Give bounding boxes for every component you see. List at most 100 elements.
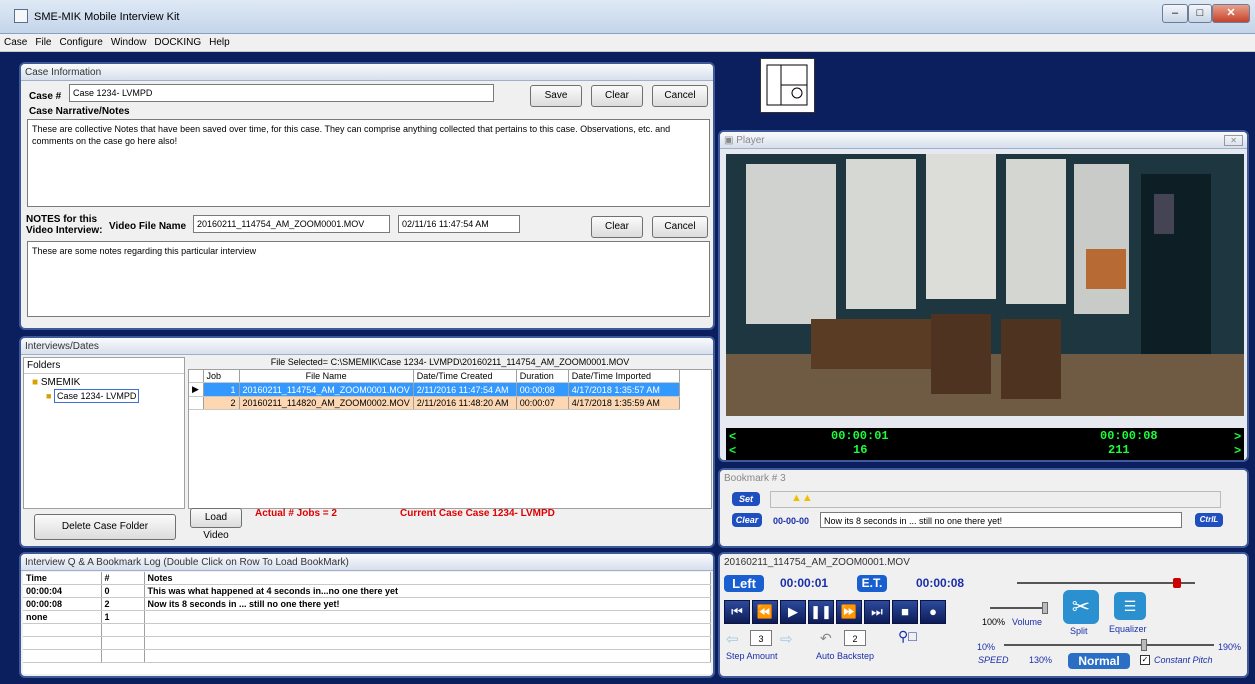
left-time-value: 00:00:01	[780, 576, 829, 590]
panel-header: Bookmark # 3	[720, 470, 1247, 487]
menu-help[interactable]: Help	[205, 34, 234, 51]
play-icon[interactable]: ▶	[780, 600, 806, 624]
speed-max-label: 190%	[1218, 642, 1242, 652]
step-amount-label: Step Amount	[726, 651, 778, 661]
table-row[interactable]: ▶ 1 20160211_114754_AM_ZOOM0001.MOV 2/11/20…	[189, 382, 681, 397]
bookmark-time: 00-00-00	[773, 516, 810, 526]
normal-speed-button[interactable]: Normal	[1068, 653, 1130, 669]
speed-label: SPEED	[978, 655, 1009, 665]
position-slider[interactable]	[1017, 578, 1195, 588]
stop-icon[interactable]: ■	[892, 600, 918, 624]
bookmark-log-panel: Interview Q & A Bookmark Log (Double Cli…	[19, 552, 715, 678]
record-icon[interactable]: ●	[920, 600, 946, 624]
col-job[interactable]: Job	[203, 370, 240, 383]
load-video-button[interactable]: Load Video	[190, 508, 242, 541]
file-selected-label: File Selected= C:\SMEMIK\Case 1234- LVMP…	[270, 357, 630, 367]
clear-button[interactable]: Clear	[591, 85, 643, 107]
app-icon	[14, 9, 28, 23]
clear-bookmark-button[interactable]: Clear	[732, 513, 762, 527]
interview-notes-textarea[interactable]: These are some notes regarding this part…	[27, 241, 710, 317]
menu-docking[interactable]: DOCKING	[150, 34, 205, 51]
rewind-icon[interactable]: ⏪	[752, 600, 778, 624]
folder-icon: ■	[32, 377, 39, 388]
delete-case-folder-button[interactable]: Delete Case Folder	[34, 514, 176, 540]
panel-header: Case Information	[21, 64, 713, 81]
fast-forward-icon[interactable]: ⏩	[836, 600, 862, 624]
window-title: SME-MIK Mobile Interview Kit	[34, 11, 180, 23]
speed-slider-thumb[interactable]	[1141, 639, 1147, 651]
frame-prev-icon[interactable]: <	[729, 444, 736, 458]
col-imported[interactable]: Date/Time Imported	[568, 370, 681, 383]
step-amount-input[interactable]: 3	[750, 630, 772, 646]
col-created[interactable]: Date/Time Created	[413, 370, 517, 383]
player-close-icon[interactable]: ✕	[1224, 135, 1243, 146]
table-row[interactable]: 00:00:08 2 Now its 8 seconds in ... still…	[23, 597, 711, 611]
constant-pitch-checkbox[interactable]: ✓	[1140, 655, 1150, 665]
menu-bar: Case File Configure Window DOCKING Help	[0, 34, 1255, 52]
notes-for-video-label: NOTES for this Video Interview:	[26, 214, 103, 236]
timecode-next-icon[interactable]: >	[1234, 430, 1241, 444]
table-row[interactable]: 00:00:04 0 This was what happened at 4 sec…	[23, 584, 711, 598]
menu-file[interactable]: File	[31, 34, 55, 51]
frame-next-icon[interactable]: >	[1234, 444, 1241, 458]
close-button[interactable]: ✕	[1212, 4, 1250, 23]
menu-configure[interactable]: Configure	[55, 34, 106, 51]
tree-child[interactable]: ■ Case 1234- LVMPD	[46, 389, 184, 403]
title-bar: SME-MIK Mobile Interview Kit – □ ✕	[0, 0, 1255, 34]
table-row[interactable]: none 1	[23, 610, 711, 624]
bookmark-note-input[interactable]: Now its 8 seconds in ... still no one th…	[820, 512, 1182, 528]
current-timecode: 00:00:01	[831, 429, 889, 443]
speed-slider[interactable]	[1004, 639, 1214, 651]
cancel-button[interactable]: Cancel	[652, 85, 708, 107]
pause-icon[interactable]: ❚❚	[808, 600, 834, 624]
auto-backstep-input[interactable]: 2	[844, 630, 866, 646]
table-row[interactable]: 2 20160211_114820_AM_ZOOM0002.MOV 2/11/201…	[189, 396, 681, 410]
folders-label: Folders	[24, 358, 184, 374]
position-slider-thumb[interactable]	[1173, 578, 1181, 588]
elapsed-time-label: E.T.	[857, 575, 887, 592]
case-narrative-textarea[interactable]: These are collective Notes that have bee…	[27, 119, 710, 207]
clear-notes-button[interactable]: Clear	[591, 216, 643, 238]
video-file-name-input[interactable]: 20160211_114754_AM_ZOOM0001.MOV	[193, 215, 390, 233]
col-time[interactable]: Time	[23, 572, 102, 585]
timecode-prev-icon[interactable]: <	[729, 430, 736, 444]
col-duration[interactable]: Duration	[516, 370, 569, 383]
step-back-icon[interactable]: ⇦	[726, 630, 739, 648]
skip-end-icon[interactable]: ⏭	[864, 600, 890, 624]
current-frame: 16	[853, 443, 868, 457]
maximize-button[interactable]: □	[1188, 4, 1212, 23]
current-case-label: Current Case Case 1234- LVMPD	[400, 508, 555, 519]
col-filename[interactable]: File Name	[239, 370, 414, 383]
elapsed-time-value: 00:00:08	[916, 576, 965, 590]
skip-start-icon[interactable]: ⏮	[724, 600, 750, 624]
save-button[interactable]: Save	[530, 85, 582, 107]
menu-case[interactable]: Case	[0, 34, 31, 51]
set-bookmark-button[interactable]: Set	[732, 492, 760, 506]
zoom-icon[interactable]: ⚲□	[898, 628, 917, 645]
col-number[interactable]: #	[101, 572, 145, 585]
narrative-label: Case Narrative/Notes	[29, 106, 130, 117]
split-label: Split	[1070, 626, 1088, 636]
volume-slider[interactable]	[990, 602, 1048, 614]
constant-pitch-label: Constant Pitch	[1154, 655, 1213, 665]
job-count-label: Actual # Jobs = 2	[255, 508, 337, 519]
bookmark-timeline[interactable]: ▲▲	[770, 491, 1221, 508]
folder-tree: Folders ■ SMEMIK ■ Case 1234- LVMPD	[23, 357, 185, 509]
volume-slider-thumb[interactable]	[1042, 602, 1048, 614]
video-datetime-input[interactable]: 02/11/16 11:47:54 AM	[398, 215, 520, 233]
menu-window[interactable]: Window	[107, 34, 151, 51]
video-file-name-label: Video File Name	[109, 221, 187, 232]
auto-backstep-icon[interactable]: ↶	[820, 630, 832, 647]
minimize-button[interactable]: –	[1162, 4, 1188, 23]
video-frame[interactable]	[726, 154, 1244, 416]
split-scissors-icon[interactable]: ✂	[1063, 590, 1099, 624]
equalizer-icon[interactable]: ☰	[1114, 592, 1146, 620]
timecode-display: < < 00:00:01 16 00:00:08 211 > >	[726, 428, 1244, 460]
cancel-notes-button[interactable]: Cancel	[652, 216, 708, 238]
step-forward-icon[interactable]: ⇨	[780, 630, 793, 648]
case-number-input[interactable]: Case 1234- LVMPD	[69, 84, 494, 102]
col-notes[interactable]: Notes	[144, 572, 711, 585]
ctrl-l-button[interactable]: CtrlL	[1195, 513, 1223, 527]
panel-header: Interviews/Dates	[21, 338, 713, 355]
bookmark-marker-icon[interactable]: ▲▲	[791, 492, 813, 504]
